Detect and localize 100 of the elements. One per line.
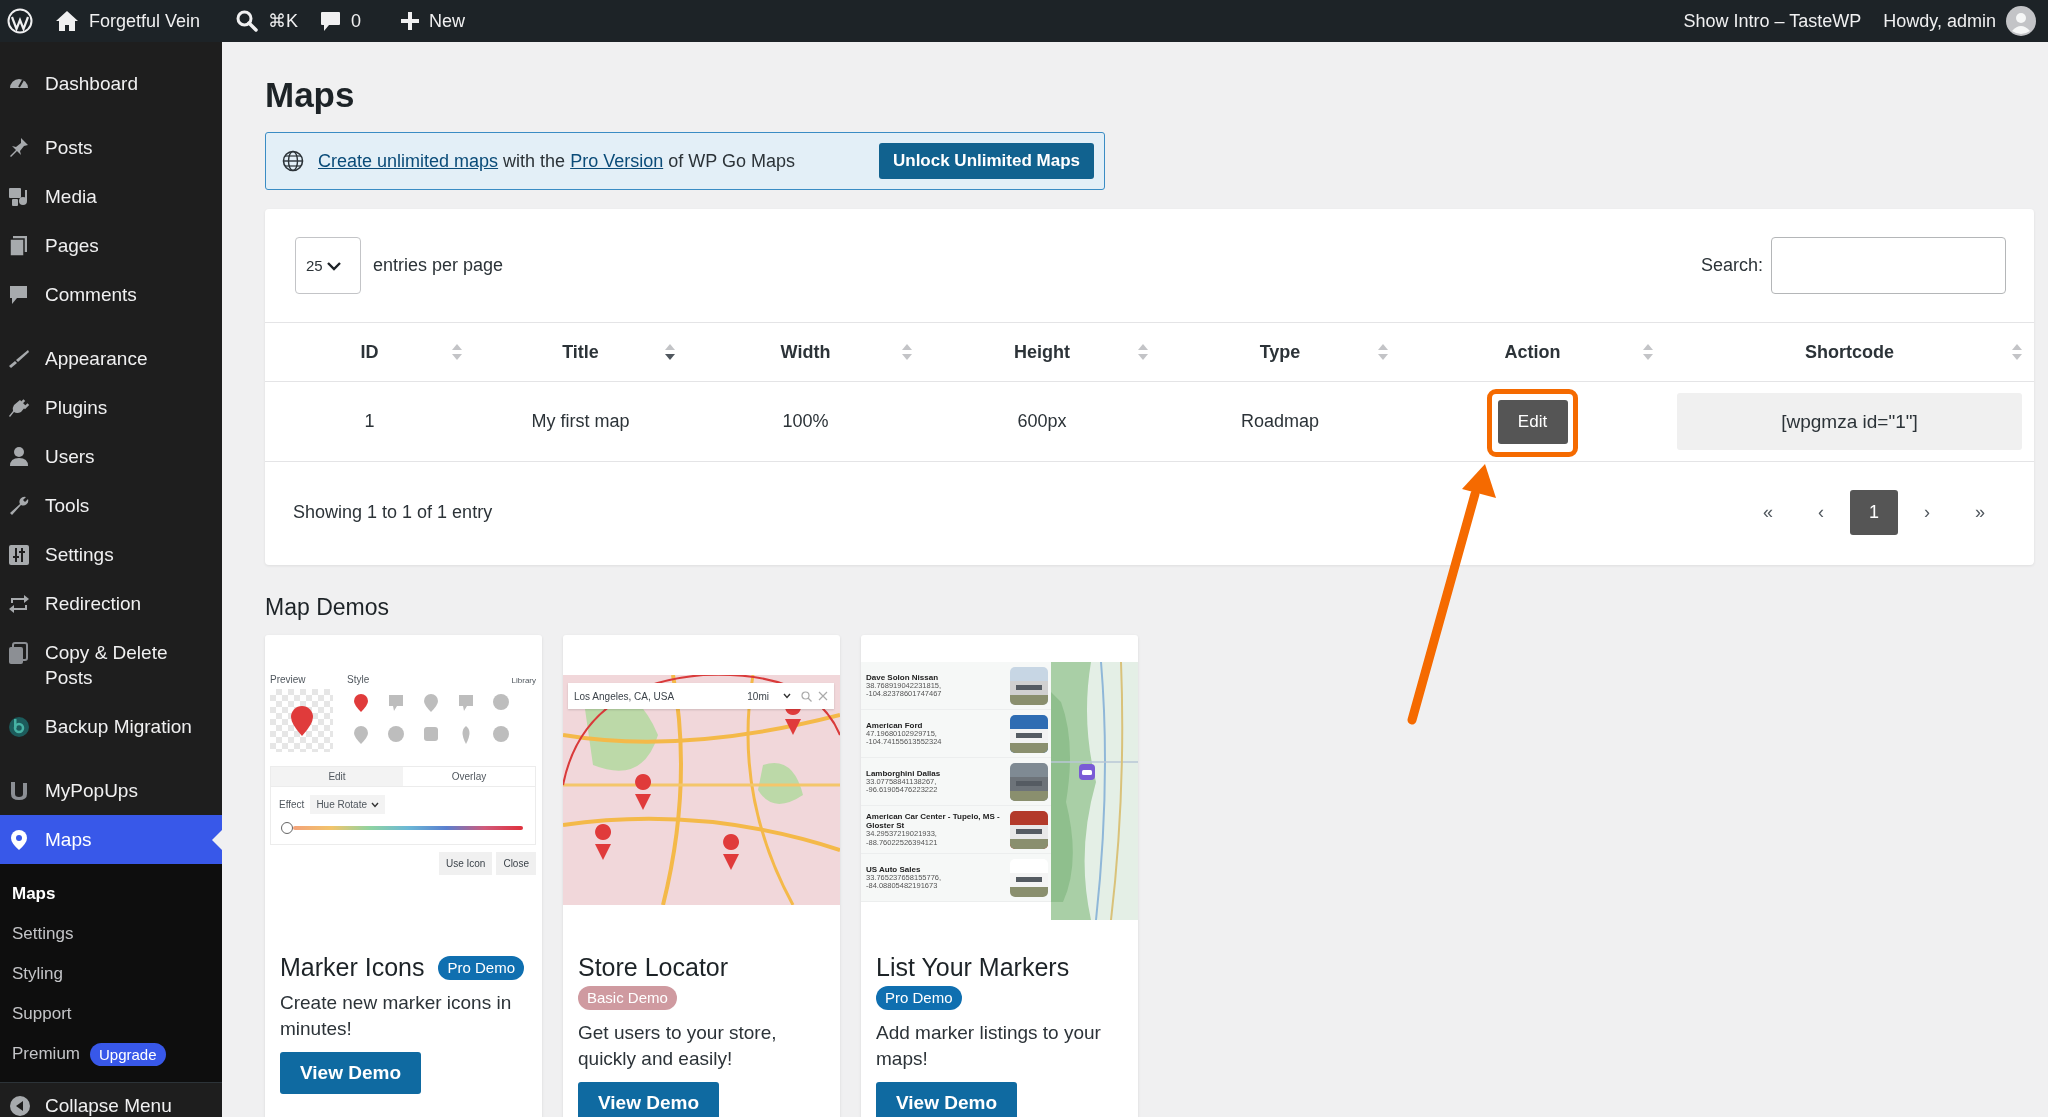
circle-icon[interactable] <box>491 725 510 745</box>
plus-icon <box>401 12 420 30</box>
search-icon <box>801 690 812 702</box>
section-heading: Map Demos <box>265 593 390 621</box>
new-link[interactable]: New <box>401 0 466 42</box>
create-maps-link[interactable]: Create unlimited maps <box>318 150 499 171</box>
view-demo-button[interactable]: View Demo <box>280 1052 422 1094</box>
comment-icon <box>320 10 342 32</box>
menu-item[interactable]: Settings <box>0 530 222 579</box>
column-header[interactable]: Type <box>1160 323 1400 381</box>
copy-icon <box>8 642 30 664</box>
card-title: Store Locator <box>578 953 729 981</box>
dialog-button[interactable]: Close <box>496 852 536 875</box>
location-field[interactable]: Los Angeles, CA, USA <box>574 690 742 702</box>
wrench-icon <box>8 495 30 517</box>
menu-item[interactable]: Plugins <box>0 383 222 432</box>
menu-item[interactable]: Users <box>0 432 222 481</box>
page-button[interactable]: « <box>1744 490 1792 535</box>
search-label: Search: <box>1700 255 1763 276</box>
menu-item[interactable]: Tools <box>0 481 222 530</box>
page-title: Maps <box>265 74 356 116</box>
column-header[interactable]: Height <box>924 323 1160 381</box>
shortcode-text: [wpgmza id="1"] <box>1677 393 2022 450</box>
effect-dropdown[interactable]: Hue Rotate <box>310 795 385 814</box>
submenu-item[interactable]: Support <box>0 994 222 1034</box>
pages-icon <box>8 235 30 257</box>
column-header[interactable]: ID <box>265 323 474 381</box>
pin-icon[interactable] <box>421 693 440 713</box>
demo-badge: Pro Demo <box>876 986 962 1010</box>
menu-item[interactable]: Appearance <box>0 334 222 383</box>
menu-item[interactable]: Backup Migration <box>0 702 222 751</box>
sliders-icon <box>8 544 30 566</box>
search-field[interactable] <box>1771 237 2006 294</box>
caret-icon <box>371 801 379 808</box>
pro-version-link[interactable]: Pro Version <box>570 150 664 171</box>
marker-icon <box>288 704 315 737</box>
globe-icon <box>282 150 304 172</box>
caret-icon <box>326 260 341 271</box>
dialog-button[interactable]: Use Icon <box>438 852 493 875</box>
entries-summary: Showing 1 to 1 of 1 entry <box>293 502 493 523</box>
page-size-label: entries per page <box>373 255 504 276</box>
circle-icon[interactable] <box>386 725 405 745</box>
unlock-button[interactable]: Unlock Unlimited Maps <box>878 143 1094 179</box>
show-intro-link[interactable]: Show Intro – TasteWP <box>1683 0 1862 42</box>
column-header[interactable]: Shortcode <box>1665 323 2034 381</box>
menu-item[interactable]: Posts <box>0 123 222 172</box>
collapse-menu-button[interactable]: Collapse Menu <box>0 1082 222 1117</box>
column-header[interactable]: Action <box>1400 323 1665 381</box>
column-header[interactable]: Width <box>687 323 924 381</box>
search-link[interactable]: ⌘K <box>236 0 299 42</box>
radius-dropdown[interactable]: 10mi <box>747 690 791 702</box>
page-button[interactable]: » <box>1956 490 2004 535</box>
view-demo-button[interactable]: View Demo <box>876 1082 1018 1117</box>
card-title: List Your Markers <box>876 953 1070 981</box>
menu-item[interactable]: Pages <box>0 221 222 270</box>
submenu-item[interactable]: Premium Upgrade <box>0 1034 222 1074</box>
menu-item[interactable]: Copy & Delete Posts <box>0 628 222 702</box>
preview-label: Preview <box>270 674 307 685</box>
submenu-item[interactable]: Styling <box>0 954 222 994</box>
speech-bubble-icon[interactable] <box>386 693 405 713</box>
menu-item[interactable]: Comments <box>0 270 222 319</box>
car-marker-icon <box>1079 764 1095 780</box>
listing-name: American Car Center - Tupelo, MS - Gloster St <box>866 812 1001 830</box>
notice-text: Create unlimited maps with the Pro Version of WP Go Maps <box>318 150 796 172</box>
effect-label: Effect <box>279 799 305 810</box>
pin-icon[interactable] <box>351 725 370 745</box>
table-cell: My first map <box>531 411 630 432</box>
arrows-icon <box>8 593 30 615</box>
speech-bubble-icon[interactable] <box>456 693 475 713</box>
submenu-item[interactable]: Settings <box>0 914 222 954</box>
menu-item[interactable]: Media <box>0 172 222 221</box>
u-shape-icon <box>8 780 30 802</box>
upgrade-badge: Upgrade <box>90 1042 166 1066</box>
table-cell: 600px <box>1017 411 1067 432</box>
edit-button[interactable]: Edit <box>1497 399 1568 444</box>
column-header[interactable]: Title <box>474 323 687 381</box>
pin-icon[interactable] <box>351 693 370 713</box>
page-size-select[interactable]: 25 <box>295 237 361 294</box>
page-button[interactable]: › <box>1903 490 1951 535</box>
view-demo-button[interactable]: View Demo <box>578 1082 720 1117</box>
location-search-bar[interactable]: Los Angeles, CA, USA 10mi <box>568 683 834 709</box>
page-button[interactable]: 1 <box>1850 490 1898 535</box>
page-button[interactable]: ‹ <box>1797 490 1845 535</box>
brush-icon <box>8 348 30 370</box>
menu-item[interactable]: Maps <box>0 815 222 864</box>
menu-item[interactable]: Redirection <box>0 579 222 628</box>
comment-icon <box>8 284 30 306</box>
account-link[interactable]: Howdy, admin <box>1883 0 2036 42</box>
user-icon <box>8 446 30 468</box>
site-name-link[interactable]: Forgetful Vein <box>55 0 201 42</box>
library-link[interactable]: Library <box>511 676 536 685</box>
comments-link[interactable]: 0 <box>320 0 362 42</box>
circle-icon[interactable] <box>491 693 510 713</box>
submenu-item[interactable]: Maps <box>0 874 222 914</box>
demo-badge: Pro Demo <box>438 956 524 980</box>
table-cell: Roadmap <box>1240 411 1319 432</box>
tab[interactable]: Edit <box>271 767 403 786</box>
menu-item[interactable]: MyPopUps <box>0 766 222 815</box>
menu-item[interactable]: Dashboard <box>0 59 222 108</box>
slider-thumb[interactable] <box>281 822 293 834</box>
